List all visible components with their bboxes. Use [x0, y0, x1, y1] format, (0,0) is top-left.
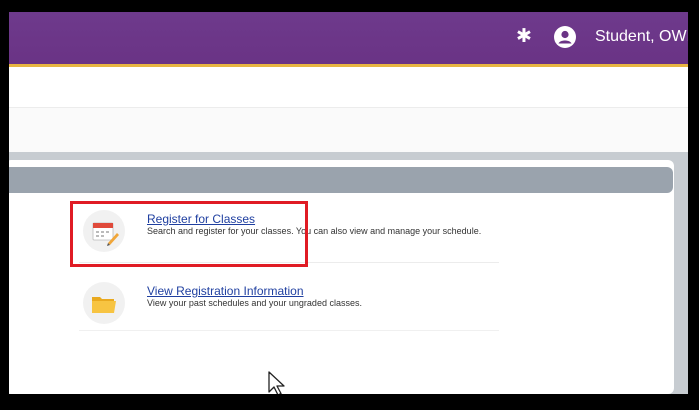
registration-panel — [9, 160, 674, 394]
user-name[interactable]: Student, OWL — [595, 28, 688, 46]
top-bar: ✱ Student, OWL — [9, 12, 688, 67]
register-for-classes-link[interactable]: Register for Classes — [147, 212, 255, 226]
menu-item-register-for-classes[interactable]: Register for Classes Search and register… — [79, 206, 499, 263]
menu-item-view-registration-information[interactable]: View Registration Information View your … — [79, 278, 499, 331]
folder-icon — [83, 282, 125, 324]
mouse-cursor-icon — [268, 371, 285, 394]
gear-icon[interactable]: ✱ — [514, 27, 534, 47]
user-avatar-icon[interactable] — [554, 26, 576, 48]
page-title-bar — [9, 108, 688, 153]
browser-frame: ✱ Student, OWL Register for Classes Sear… — [9, 12, 688, 394]
register-for-classes-description: Search and register for your classes. Yo… — [147, 226, 482, 236]
panel-header — [9, 167, 673, 193]
calendar-pencil-icon — [83, 210, 125, 252]
view-registration-information-description: View your past schedules and your ungrad… — [147, 298, 362, 308]
breadcrumb-bar — [9, 67, 688, 108]
view-registration-information-link[interactable]: View Registration Information — [147, 284, 304, 298]
